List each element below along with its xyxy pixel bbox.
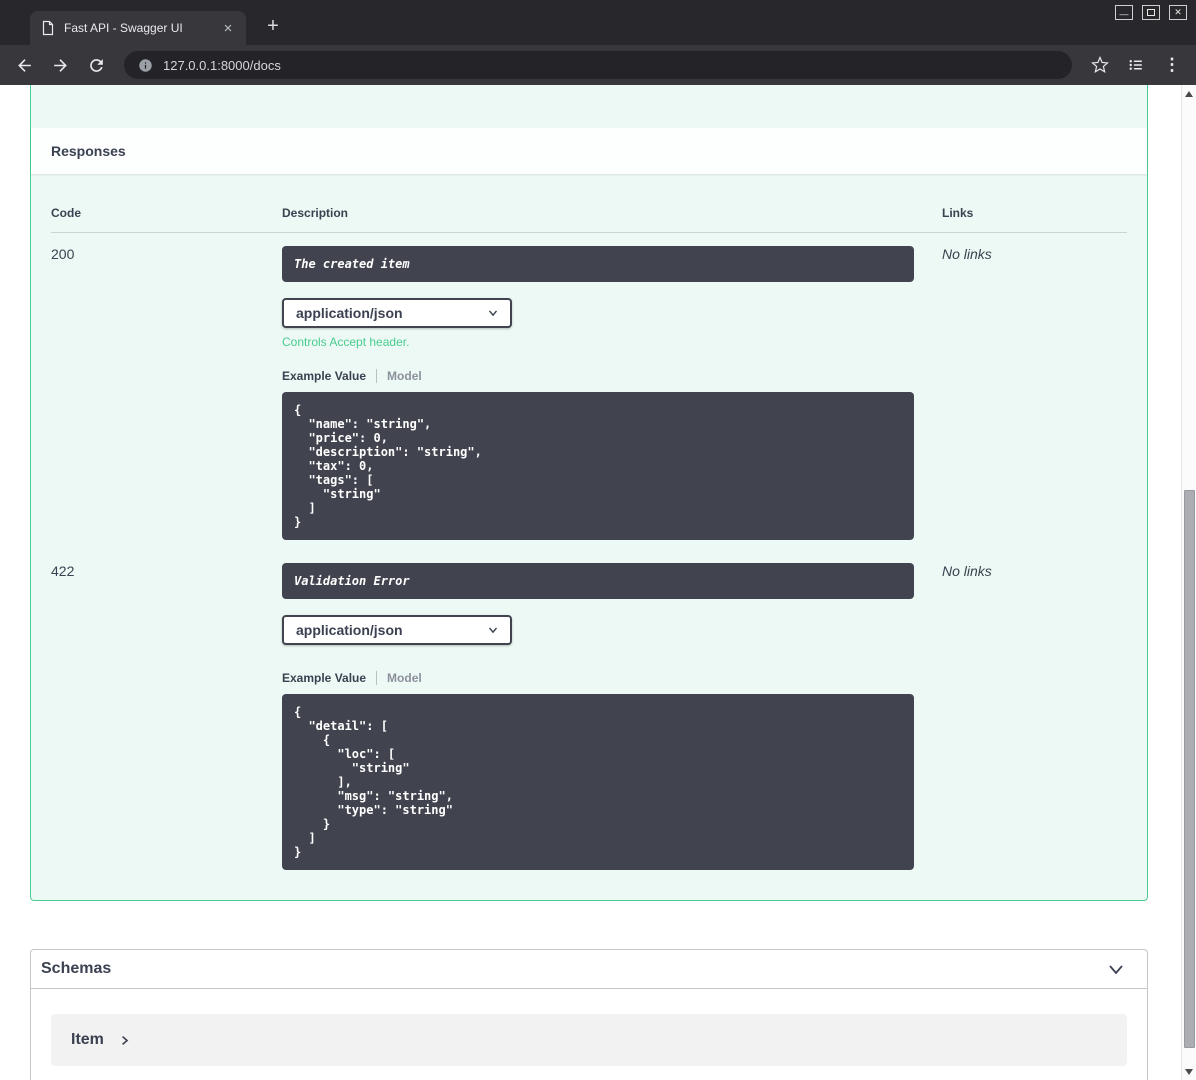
example-model-tabs: Example Value Model [282,671,942,685]
responses-title: Responses [51,143,126,159]
page-scrollbar[interactable] [1181,85,1196,1080]
window-controls: — ✕ [1115,5,1187,20]
media-type-value: application/json [296,305,403,321]
browser-tab[interactable]: Fast API - Swagger UI × [30,11,246,45]
tab-title: Fast API - Swagger UI [64,21,183,35]
back-arrow-icon [17,58,31,72]
response-description: Validation Error application/json Exampl… [282,563,942,870]
browser-toolbar: 127.0.0.1:8000/docs ⋮ [0,45,1196,85]
media-type-select[interactable]: application/json [282,298,512,328]
response-code: 422 [51,563,75,579]
schemas-section: Schemas Item ValidationError [30,949,1148,1080]
window-titlebar: Fast API - Swagger UI × + — ✕ [0,0,1196,45]
response-row-422: 422 Validation Error application/json Ex… [51,550,1127,880]
maximize-icon [1147,9,1155,16]
opblock-spacer [31,85,1147,128]
forward-button[interactable] [46,51,74,79]
url-text[interactable]: 127.0.0.1:8000/docs [163,58,281,73]
responses-table: Code Description Links 200 The created i… [31,174,1147,900]
responses-table-head: Code Description Links [51,194,1127,233]
chevron-down-icon [488,310,498,317]
chevron-down-icon [488,627,498,634]
example-json-block: { "name": "string", "price": 0, "descrip… [282,392,914,540]
col-header-description: Description [282,206,349,220]
responses-section-header: Responses [31,128,1147,174]
scroll-up-icon[interactable] [1182,86,1196,101]
response-links: No links [942,246,992,262]
reload-button[interactable] [82,51,110,79]
page-viewport: Responses Code Description Links 200 The… [0,85,1196,1080]
scrollbar-thumb[interactable] [1184,490,1195,1048]
tab-model[interactable]: Model [387,671,422,685]
swagger-content: Responses Code Description Links 200 The… [30,85,1148,1080]
response-links: No links [942,563,992,579]
col-header-links: Links [942,206,974,220]
schemas-header[interactable]: Schemas [31,950,1147,989]
col-header-code: Code [51,206,81,220]
model-name: Item [71,1031,104,1048]
response-row-200: 200 The created item application/json Co… [51,233,1127,550]
example-json-block: { "detail": [ { "loc": [ "string" ], "ms… [282,694,914,870]
browser-window: Fast API - Swagger UI × + — ✕ 127.0.0.1:… [0,0,1196,1080]
response-code: 200 [51,246,75,262]
bookmark-star-icon [1091,56,1109,73]
extensions-icon [1129,60,1142,70]
address-bar[interactable]: 127.0.0.1:8000/docs [124,51,1072,79]
media-type-select[interactable]: application/json [282,615,512,645]
controls-accept-note: Controls Accept header. [282,335,410,349]
example-model-tabs: Example Value Model [282,369,942,383]
chevron-right-icon [121,1035,129,1045]
scroll-down-icon[interactable] [1182,1064,1196,1079]
model-item[interactable]: Item [51,1014,1127,1066]
bookmark-button[interactable] [1086,51,1114,79]
reload-icon [89,58,103,72]
extensions-button[interactable] [1122,51,1150,79]
media-type-value: application/json [296,622,403,638]
tab-example-value[interactable]: Example Value [282,369,366,383]
new-tab-button[interactable]: + [260,14,286,40]
response-description-text: The created item [282,246,914,282]
post-opblock: Responses Code Description Links 200 The… [30,85,1148,901]
minimize-button[interactable]: — [1115,5,1133,20]
browser-menu-button[interactable]: ⋮ [1158,51,1186,79]
page-favicon-icon [40,20,56,36]
response-description: The created item application/json Contro… [282,246,942,540]
tab-separator [376,671,378,685]
chevron-down-icon[interactable] [1106,959,1126,979]
tab-separator [376,369,378,383]
tab-model[interactable]: Model [387,369,422,383]
schemas-body: Item ValidationError [31,989,1147,1080]
tab-close-icon[interactable]: × [220,21,236,36]
forward-arrow-icon [53,58,67,72]
schemas-title: Schemas [41,960,112,977]
tab-example-value[interactable]: Example Value [282,671,366,685]
close-button[interactable]: ✕ [1169,5,1187,20]
site-info-icon[interactable] [138,58,153,73]
response-description-text: Validation Error [282,563,914,599]
maximize-button[interactable] [1142,5,1160,20]
back-button[interactable] [10,51,38,79]
